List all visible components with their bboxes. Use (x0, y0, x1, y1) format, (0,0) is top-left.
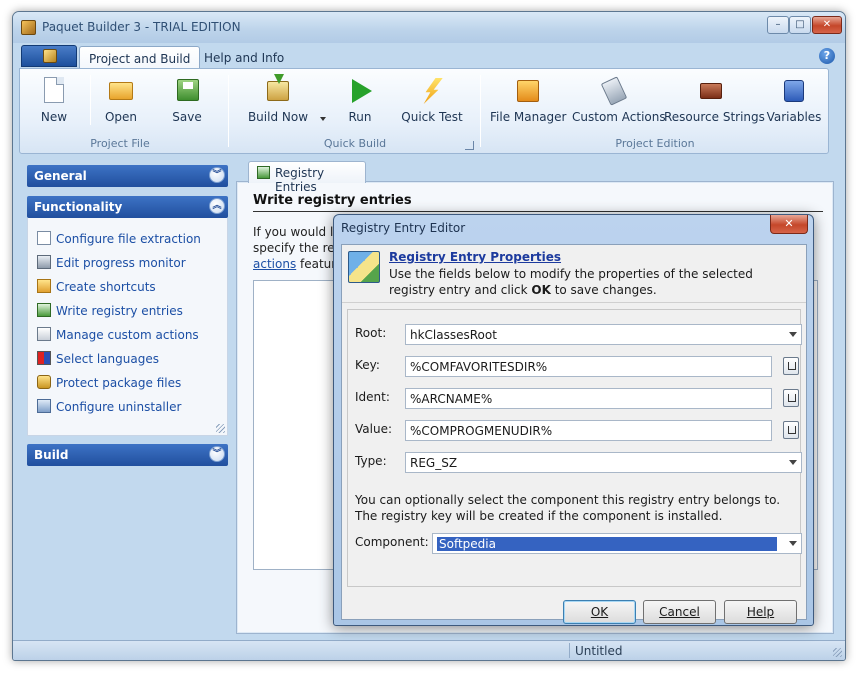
ribbon: New Open Save Project File Build Now Run… (19, 68, 829, 154)
root-label: Root: (355, 326, 387, 340)
tab-registry-entries[interactable]: Registry Entries (248, 161, 366, 194)
custom-actions-icon (600, 76, 628, 106)
group-label-quick-build: Quick Build (323, 137, 387, 150)
ident-picker-icon[interactable] (783, 389, 799, 407)
progress-monitor-icon (37, 255, 51, 269)
run-icon (352, 79, 372, 103)
value-picker-icon[interactable] (783, 421, 799, 439)
root-combobox[interactable]: hkClassesRoot (405, 324, 802, 345)
component-note: You can optionally select the component … (355, 493, 781, 523)
status-bar: Untitled (13, 640, 845, 660)
recycle-bin-icon (37, 399, 51, 413)
quick-test-button[interactable]: Quick Test (396, 73, 468, 133)
ident-label: Ident: (355, 390, 390, 404)
build-now-button[interactable]: Build Now (238, 73, 318, 133)
tab-help-and-info[interactable]: Help and Info (195, 46, 293, 69)
resource-strings-icon (700, 83, 722, 99)
page-title: Write registry entries (253, 193, 823, 212)
functionality-panel: Configure file extraction Edit progress … (27, 218, 228, 436)
group-label-project-file: Project File (90, 137, 150, 150)
status-project-name: Untitled (575, 644, 623, 658)
ribbon-tab-strip: Project and Build Help and Info ? (13, 43, 845, 69)
window-title: Paquet Builder 3 - TRIAL EDITION (42, 20, 241, 34)
languages-flag-icon (37, 351, 51, 365)
dialog-title: Registry Entry Editor (341, 221, 466, 235)
chevron-down-icon (789, 460, 797, 465)
fields-frame: Root: hkClassesRoot Key: %COMFAVORITESDI… (347, 309, 802, 587)
maximize-button[interactable]: □ (789, 16, 811, 34)
build-icon (267, 74, 289, 101)
key-label: Key: (355, 358, 380, 372)
expand-chevron-icon[interactable]: ︾ (209, 446, 225, 462)
new-button[interactable]: New (34, 73, 74, 133)
open-folder-icon (109, 82, 133, 100)
registry-entry-editor-dialog: Registry Entry Editor ✕ Registry Entry P… (333, 214, 814, 626)
open-button[interactable]: Open (100, 73, 142, 133)
application-menu-button[interactable] (21, 45, 77, 67)
group-quick-build: Build Now Run Quick Test Quick Build (232, 69, 478, 153)
taskpane-section-build[interactable]: Build ︾ (27, 444, 228, 466)
group-project-edition: File Manager Custom Actions Resource Str… (482, 69, 828, 153)
lightning-icon (421, 78, 442, 104)
shortcuts-folder-icon (37, 279, 51, 293)
minimize-button[interactable]: – (767, 16, 789, 34)
resource-strings-button[interactable]: Resource Strings (664, 73, 765, 133)
new-document-icon (44, 77, 64, 103)
group-project-file: New Open Save Project File (20, 69, 220, 153)
type-label: Type: (355, 454, 387, 468)
file-manager-icon (517, 80, 539, 102)
build-now-dropdown-icon[interactable] (320, 117, 326, 121)
save-icon (177, 79, 199, 101)
taskpane-section-general[interactable]: General ︾ (27, 165, 228, 187)
dialog-header-description: Use the fields below to modify the prope… (389, 267, 753, 297)
close-button[interactable]: ✕ (812, 16, 842, 34)
chevron-down-icon (789, 541, 797, 546)
key-picker-icon[interactable] (783, 357, 799, 375)
component-label: Component: (355, 535, 429, 549)
file-manager-button[interactable]: File Manager (490, 73, 567, 133)
tab-project-and-build[interactable]: Project and Build (79, 46, 201, 69)
resize-grip-icon[interactable] (833, 648, 842, 657)
cancel-button[interactable]: Cancel (643, 600, 716, 624)
run-button[interactable]: Run (338, 73, 382, 133)
panel-resize-grip-icon[interactable] (216, 424, 225, 433)
dialog-launcher-icon[interactable] (465, 141, 474, 150)
value-label: Value: (355, 422, 392, 436)
registry-entry-properties-link[interactable]: Registry Entry Properties (389, 250, 561, 264)
custom-actions-link[interactable]: actions (253, 257, 296, 271)
collapse-chevron-icon[interactable]: ︽ (209, 198, 225, 214)
variables-button[interactable]: Variables (764, 73, 824, 133)
registry-properties-icon (348, 251, 380, 283)
registry-icon (257, 166, 270, 179)
registry-icon (37, 303, 51, 317)
dialog-client: Registry Entry Properties Use the fields… (341, 244, 807, 624)
ident-input[interactable]: %ARCNAME% (405, 388, 772, 409)
ok-button[interactable]: OK (563, 600, 636, 624)
custom-actions-icon (37, 327, 51, 341)
value-input[interactable]: %COMPROGMENUDIR% (405, 420, 772, 441)
help-button[interactable]: Help (724, 600, 797, 624)
save-button[interactable]: Save (166, 73, 208, 133)
app-icon (21, 20, 36, 35)
dialog-close-button[interactable]: ✕ (770, 215, 808, 234)
file-extraction-icon (37, 231, 51, 245)
help-icon[interactable]: ? (819, 48, 835, 64)
package-icon (43, 49, 57, 63)
chevron-down-icon (789, 332, 797, 337)
dialog-header: Registry Entry Properties Use the fields… (342, 245, 806, 303)
type-combobox[interactable]: REG_SZ (405, 452, 802, 473)
component-combobox[interactable]: Softpedia (432, 533, 802, 554)
variables-icon (784, 80, 804, 102)
custom-actions-button[interactable]: Custom Actions (572, 73, 666, 133)
expand-chevron-icon[interactable]: ︾ (209, 167, 225, 183)
taskpane-section-functionality[interactable]: Functionality ︽ (27, 196, 228, 218)
key-input[interactable]: %COMFAVORITESDIR% (405, 356, 772, 377)
lock-icon (37, 375, 51, 389)
group-label-project-edition: Project Edition (615, 137, 695, 150)
title-bar: Paquet Builder 3 - TRIAL EDITION – □ ✕ (13, 12, 845, 43)
